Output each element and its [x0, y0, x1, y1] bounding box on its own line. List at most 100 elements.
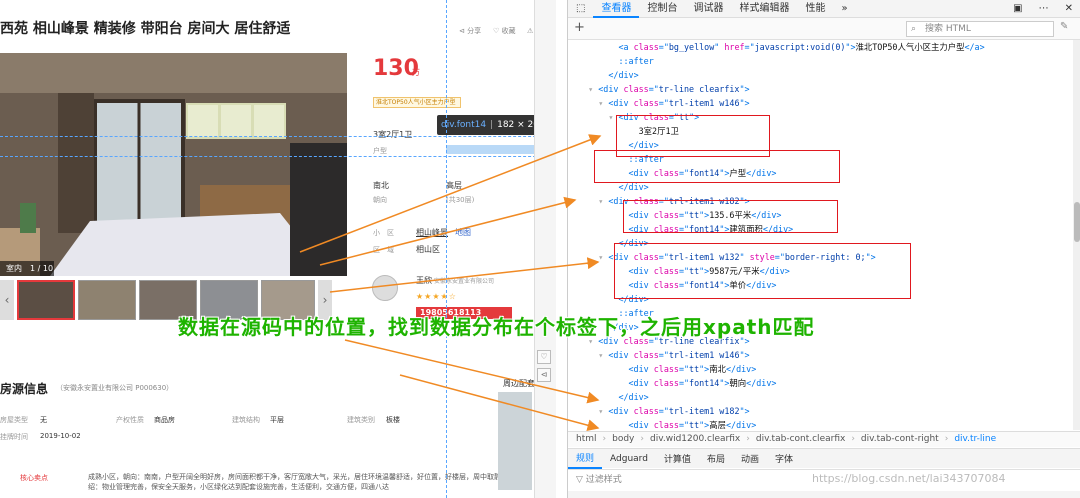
map-link[interactable]: 地图 [455, 227, 471, 238]
community-label: 小 区 [373, 229, 394, 237]
favorite-button[interactable]: ♡ 收藏 [493, 26, 516, 36]
orientation-value: 南北 [373, 181, 389, 190]
agent-name[interactable]: 王欣 [416, 275, 432, 286]
code-line[interactable]: ▾ <div class="trl-item1 w146"> [568, 348, 1073, 362]
breadcrumb-item[interactable]: div.tab-cont-right [861, 434, 939, 444]
breadcrumb-separator: › [944, 434, 949, 444]
code-line[interactable]: ::after [568, 54, 1073, 68]
guide-line [0, 156, 556, 157]
avatar[interactable] [372, 275, 398, 301]
code-line[interactable]: ▾ <div class="trl-item1 w146"> [568, 96, 1073, 110]
more-tabs-button[interactable]: » [833, 0, 855, 18]
eyedropper-icon[interactable]: ✎ [1060, 21, 1068, 32]
bedroom-photo [0, 53, 347, 276]
heart-icon[interactable]: ♡ [537, 350, 551, 364]
tab-adguard[interactable]: Adguard [602, 454, 656, 464]
district-label: 区 域 [373, 246, 394, 254]
prev-photo-button[interactable]: ‹ [0, 280, 14, 320]
dock-icon[interactable]: ▣ [1005, 0, 1030, 18]
picker-icon[interactable]: ⬚ [568, 0, 593, 18]
html-tree[interactable]: <a class="bg_yellow" href="javascript:vo… [568, 40, 1073, 430]
code-line[interactable]: ▾ <div class="trl-item1 w182"> [568, 404, 1073, 418]
code-line[interactable]: <div class="tt">南北</div> [568, 362, 1073, 376]
options-icon[interactable]: ⋯ [1031, 0, 1057, 18]
info-value: 无 [40, 416, 47, 424]
tab-rules[interactable]: 规则 [568, 449, 603, 469]
floor-value: 高层 [446, 181, 462, 190]
layout-label: 户型 [373, 147, 387, 155]
nearby-label: 周边配套 [503, 379, 535, 388]
info-value: 板楼 [386, 416, 400, 424]
tab-debugger[interactable]: 调试器 [685, 0, 731, 18]
info-label: 产权性质 [116, 416, 144, 424]
info-value: 商品房 [154, 416, 175, 424]
code-line[interactable]: <div class="tt">高层</div> [568, 418, 1073, 430]
search-html-input[interactable]: ⌕ 搜索 HTML [906, 21, 1054, 37]
agent-rating: ★★★★☆ [416, 292, 457, 301]
code-line[interactable]: ▾ <div class="tr-line clearfix"> [568, 82, 1073, 96]
tab-style-editor[interactable]: 样式编辑器 [731, 0, 797, 18]
search-icon: ⌕ [911, 24, 917, 34]
breadcrumb-separator: › [746, 434, 750, 444]
page-side-toolbar: ♡ ⊲ [534, 0, 556, 498]
highlight-tag[interactable]: 淮北TOP50人气小区主力户型 [373, 97, 461, 108]
guide-line [0, 136, 556, 137]
code-line[interactable]: </div> [568, 68, 1073, 82]
devtools-panel: ⬚ 查看器 控制台 调试器 样式编辑器 性能 » ▣ ⋯ ✕ + ⌕ 搜索 HTM… [567, 0, 1080, 498]
code-line[interactable]: <div class="font14">朝向</div> [568, 376, 1073, 390]
tab-console[interactable]: 控制台 [639, 0, 685, 18]
share-icon[interactable]: ⊲ [537, 368, 551, 382]
agent-company: 安徽永安置业有限公司 [434, 278, 495, 285]
listing-title: 西苑 相山峰景 精装修 带阳台 房间大 居住舒适 [0, 21, 291, 37]
annotation-box [594, 150, 840, 183]
district-link[interactable]: 相山区 [416, 244, 440, 255]
house-info-subtitle: （安徽永安置业有限公司 P000630） [56, 384, 174, 392]
tab-layout[interactable]: 布局 [699, 452, 733, 465]
add-node-button[interactable]: + [574, 20, 585, 35]
annotation-box [623, 200, 838, 233]
breadcrumb-item[interactable]: div.tr-line [954, 434, 996, 444]
annotation-banner: 数据在源码中的位置，找到数据分布在个标签下，之后用xpath匹配 [178, 315, 815, 339]
devtools-search-bar: + ⌕ 搜索 HTML ✎ [568, 18, 1080, 40]
community-link[interactable]: 相山峰景 [416, 227, 448, 238]
tab-performance[interactable]: 性能 [797, 0, 833, 18]
breadcrumb-item[interactable]: div.tab-cont.clearfix [756, 434, 845, 444]
floor-label: (共30层) [446, 196, 475, 204]
orientation-label: 朝向 [373, 196, 387, 204]
breadcrumb-item[interactable]: html [576, 434, 597, 444]
core-selling-text: 成熟小区，朝向：南南，户型开阔全明好房，房间面积都干净，客厅宽敞大气，采光，居住… [88, 473, 522, 491]
layout-value: 3室2厅1卫 [373, 130, 413, 139]
thumbnail[interactable] [78, 280, 136, 320]
info-value: 2019-10-02 [40, 432, 81, 440]
devtools-toolbar: ⬚ 查看器 控制台 调试器 样式编辑器 性能 » ▣ ⋯ ✕ [568, 0, 1080, 18]
scrollbar-thumb[interactable] [1074, 202, 1080, 242]
breadcrumb-separator: › [851, 434, 855, 444]
devtools-footer [568, 491, 1080, 498]
tab-inspector[interactable]: 查看器 [593, 0, 640, 18]
watermark: https://blog.csdn.net/lai343707084 [812, 472, 1006, 485]
annotation-box [614, 243, 911, 299]
info-label: 挂牌时间 [0, 433, 28, 441]
share-button[interactable]: ⊲ 分享 [459, 26, 481, 36]
info-label: 房屋类型 [0, 416, 28, 424]
house-info-title: 房源信息 [0, 382, 49, 396]
main-photo[interactable] [0, 53, 347, 276]
core-label: 核心卖点 [20, 474, 48, 482]
tab-fonts[interactable]: 字体 [767, 452, 801, 465]
listing-page: 西苑 相山峰景 精装修 带阳台 房间大 居住舒适 ⊲ 分享 ♡ 收藏 ⚠ 举报 … [0, 0, 556, 498]
code-line[interactable]: <a class="bg_yellow" href="javascript:vo… [568, 40, 1073, 54]
code-line[interactable]: </div> [568, 390, 1073, 404]
rules-panel-tabs: 规则 Adguard 计算值 布局 动画 字体 [568, 448, 1080, 469]
photo-badge: 室内 1 / 10 [0, 261, 54, 276]
info-label: 建筑类别 [347, 416, 375, 424]
breadcrumb-item[interactable]: body [612, 434, 634, 444]
breadcrumb-item[interactable]: div.wid1200.clearfix [650, 434, 740, 444]
close-icon[interactable]: ✕ [1057, 0, 1080, 18]
nearby-image[interactable] [498, 392, 532, 490]
guide-line [446, 0, 447, 498]
thumbnail[interactable] [17, 280, 75, 320]
inspector-tooltip: div.font14 | 182 × 20.1 [437, 115, 549, 135]
tab-animations[interactable]: 动画 [733, 452, 767, 465]
info-label: 建筑结构 [232, 416, 260, 424]
tab-computed[interactable]: 计算值 [656, 452, 699, 465]
